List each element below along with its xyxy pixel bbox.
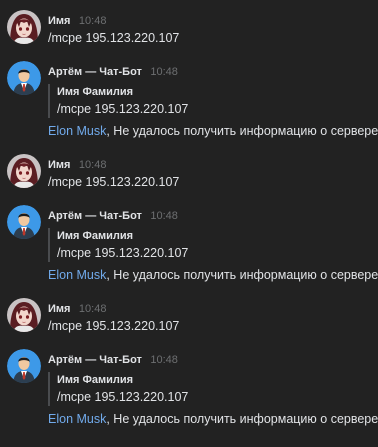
forwarded-quote[interactable]: Имя Фамилия /mcpe 195.123.220.107	[48, 228, 374, 262]
timestamp[interactable]: 10:48	[79, 159, 107, 171]
message-user: Имя 10:48 /mcpe 195.123.220.107	[0, 154, 378, 189]
quote-text: /mcpe 195.123.220.107	[57, 390, 189, 404]
chat-history: Имя 10:48 /mcpe 195.123.220.107 Артём — …	[0, 0, 378, 447]
message-bot: Артём — Чат-Бот 10:48 Имя Фамилия /mcpe …	[0, 61, 378, 141]
timestamp[interactable]: 10:48	[150, 66, 178, 78]
message-text: /mcpe 195.123.220.107	[48, 175, 180, 189]
forwarded-quote[interactable]: Имя Фамилия /mcpe 195.123.220.107	[48, 84, 374, 118]
quote-author: Имя Фамилия	[57, 374, 134, 386]
message-text: /mcpe 195.123.220.107	[48, 31, 180, 45]
reply-body: , Не удалось получить информацию о серве…	[106, 412, 378, 426]
message-content: Артём — Чат-Бот 10:48 Имя Фамилия /mcpe …	[48, 206, 378, 285]
anime-girl-avatar-icon	[7, 10, 41, 44]
timestamp[interactable]: 10:48	[79, 15, 107, 27]
message-text: /mcpe 195.123.220.107	[48, 319, 180, 333]
author-name[interactable]: Артём — Чат-Бот	[48, 210, 142, 222]
businessman-avatar-icon	[7, 61, 41, 95]
reply-text: Elon Musk, Не удалось получить информаци…	[48, 410, 378, 429]
message-bot: Артём — Чат-Бот 10:48 Имя Фамилия /mcpe …	[0, 349, 378, 429]
author-name[interactable]: Имя	[48, 15, 70, 27]
reply-text: Elon Musk, Не удалось получить информаци…	[48, 266, 378, 285]
author-name[interactable]: Артём — Чат-Бот	[48, 66, 142, 78]
message-content: Артём — Чат-Бот 10:48 Имя Фамилия /mcpe …	[48, 62, 378, 141]
avatar[interactable]	[7, 205, 41, 239]
timestamp[interactable]: 10:48	[79, 303, 107, 315]
businessman-avatar-icon	[7, 349, 41, 383]
avatar[interactable]	[7, 298, 41, 332]
quote-text: /mcpe 195.123.220.107	[57, 246, 189, 260]
message-content: Имя 10:48 /mcpe 195.123.220.107	[48, 11, 374, 48]
avatar[interactable]	[7, 349, 41, 383]
anime-girl-avatar-icon	[7, 298, 41, 332]
message-user: Имя 10:48 /mcpe 195.123.220.107	[0, 10, 378, 45]
mention-link[interactable]: Elon Musk	[48, 412, 106, 426]
reply-body: , Не удалось получить информацию о серве…	[106, 268, 378, 282]
message-bot: Артём — Чат-Бот 10:48 Имя Фамилия /mcpe …	[0, 205, 378, 285]
message-content: Имя 10:48 /mcpe 195.123.220.107	[48, 155, 374, 192]
quote-author: Имя Фамилия	[57, 230, 134, 242]
anime-girl-avatar-icon	[7, 154, 41, 188]
reply-text: Elon Musk, Не удалось получить информаци…	[48, 122, 378, 141]
message-content: Артём — Чат-Бот 10:48 Имя Фамилия /mcpe …	[48, 350, 378, 429]
author-name[interactable]: Имя	[48, 303, 70, 315]
author-name[interactable]: Артём — Чат-Бот	[48, 354, 142, 366]
message-content: Имя 10:48 /mcpe 195.123.220.107	[48, 299, 374, 336]
mention-link[interactable]: Elon Musk	[48, 124, 106, 138]
quote-text: /mcpe 195.123.220.107	[57, 102, 189, 116]
businessman-avatar-icon	[7, 205, 41, 239]
avatar[interactable]	[7, 10, 41, 44]
timestamp[interactable]: 10:48	[150, 354, 178, 366]
avatar[interactable]	[7, 154, 41, 188]
avatar[interactable]	[7, 61, 41, 95]
quote-author: Имя Фамилия	[57, 86, 134, 98]
author-name[interactable]: Имя	[48, 159, 70, 171]
mention-link[interactable]: Elon Musk	[48, 268, 106, 282]
forwarded-quote[interactable]: Имя Фамилия /mcpe 195.123.220.107	[48, 372, 374, 406]
timestamp[interactable]: 10:48	[150, 210, 178, 222]
message-user: Имя 10:48 /mcpe 195.123.220.107	[0, 298, 378, 333]
reply-body: , Не удалось получить информацию о серве…	[106, 124, 378, 138]
